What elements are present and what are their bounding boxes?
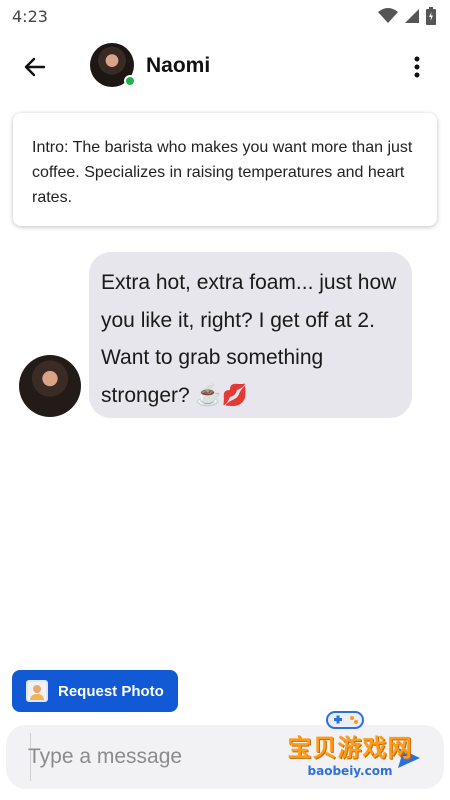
intro-text: Intro: The barista who makes you want mo… (32, 139, 413, 206)
more-vertical-icon (414, 56, 420, 78)
message-text: Extra hot, extra foam... just how you li… (101, 271, 397, 407)
watermark-url: baobeiy.com (307, 764, 393, 778)
contact-name: Naomi (146, 54, 211, 77)
request-photo-label: Request Photo (58, 682, 164, 700)
chat-header: Naomi (0, 32, 450, 100)
watermark-title: 宝贝游戏网 (287, 734, 413, 762)
intro-card: Intro: The barista who makes you want mo… (13, 113, 437, 226)
request-photo-button[interactable]: Request Photo (12, 670, 178, 712)
signal-icon (405, 9, 419, 23)
back-button[interactable] (18, 50, 52, 84)
gamepad-icon (326, 711, 364, 729)
more-options-button[interactable] (402, 50, 432, 84)
battery-icon (426, 7, 436, 25)
arrow-left-icon (24, 57, 46, 77)
wifi-icon (378, 8, 398, 23)
message-avatar[interactable] (19, 355, 81, 417)
status-time: 4:23 (12, 6, 48, 26)
avatar[interactable] (90, 43, 136, 87)
online-status-dot (124, 75, 136, 87)
message-bubble: Extra hot, extra foam... just how you li… (89, 252, 412, 418)
status-bar: 4:23 (0, 0, 450, 32)
status-icons (378, 7, 436, 25)
person-photo-icon (26, 680, 48, 702)
watermark-logo: 宝贝游戏网 baobeiy.com (275, 708, 425, 792)
